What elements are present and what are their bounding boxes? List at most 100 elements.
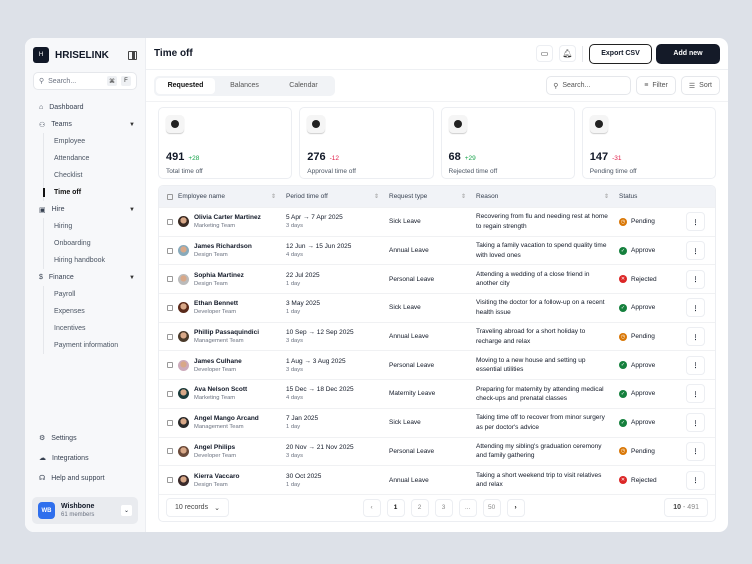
sort-icon[interactable]: ⇕ — [604, 193, 609, 200]
sidebar-item-help-and-support[interactable]: ☊ Help and support — [39, 468, 135, 488]
sidebar-group-hire[interactable]: ▣ Hire ▼ — [39, 201, 135, 218]
tab-balances[interactable]: Balances — [215, 78, 274, 94]
row-checkbox[interactable] — [167, 362, 173, 369]
employee-team: Marketing Team — [194, 223, 236, 230]
sidebar-item-integrations[interactable]: ☁ Integrations — [39, 448, 135, 468]
sidebar-item-expenses[interactable]: Expenses — [54, 303, 135, 320]
sidebar-item-payroll[interactable]: Payroll — [54, 286, 135, 303]
filter-icon: ≡ — [644, 82, 649, 89]
team-switcher[interactable]: WB Wishbone 61 members ⌄ — [32, 497, 138, 524]
more-options-button[interactable]: ⋮ — [686, 269, 705, 289]
caret-down-icon[interactable]: ▼ — [129, 122, 135, 128]
more-options-button[interactable]: ⋮ — [686, 441, 705, 461]
row-checkbox[interactable] — [167, 448, 173, 455]
col-reason[interactable]: Reason — [476, 193, 498, 200]
reason: Moving to a new house and setting up ess… — [476, 356, 586, 374]
row-checkbox[interactable] — [167, 419, 173, 426]
tab-calendar[interactable]: Calendar — [274, 78, 333, 94]
more-options-button[interactable]: ⋮ — [686, 327, 705, 347]
sidebar-item-hiring[interactable]: Hiring — [54, 218, 135, 235]
gear-icon: ⚙ — [39, 435, 46, 442]
tabs: Requested Balances Calendar — [154, 75, 335, 96]
sidebar-item-payment-information[interactable]: Payment information — [54, 337, 135, 354]
sidebar-item-dashboard[interactable]: ⌂ Dashboard — [39, 99, 135, 116]
period: 7 Jan 2025 — [286, 415, 319, 423]
caret-down-icon[interactable]: ▼ — [129, 275, 135, 281]
sidebar-item-time-off[interactable]: Time off — [43, 184, 135, 201]
row-checkbox[interactable] — [167, 276, 173, 283]
search-input[interactable]: ⚲ Search... — [546, 76, 632, 95]
row-checkbox[interactable] — [167, 304, 173, 311]
range-start: 10 — [673, 504, 682, 512]
table-row: Ethan Bennett Developer Team 3 May 2025 1 d… — [159, 293, 715, 322]
sidebar-item-checklist[interactable]: Checklist — [54, 167, 135, 184]
page-button[interactable]: 50 — [482, 498, 501, 517]
col-request-type[interactable]: Request type — [389, 193, 427, 200]
chevron-down-icon[interactable]: ⌄ — [121, 505, 132, 516]
table-row: Olivia Carter Martinez Marketing Team 5 Ap… — [159, 207, 715, 236]
export-csv-button[interactable]: Export CSV — [589, 43, 652, 64]
sort-icon[interactable]: ⇕ — [271, 193, 276, 200]
col-status[interactable]: Status — [619, 193, 637, 200]
period-cell: 7 Jan 2025 1 day — [286, 415, 389, 430]
more-options-button[interactable]: ⋮ — [686, 212, 705, 232]
sidebar-group-teams[interactable]: ⚇ Teams ▼ — [39, 116, 135, 133]
row-checkbox[interactable] — [167, 247, 173, 254]
pagination: ‹ 1 2 3... 50 › — [362, 498, 531, 517]
sidebar-item-onboarding[interactable]: Onboarding — [54, 235, 135, 252]
employee-name: Ethan Bennett — [194, 300, 239, 308]
page-button[interactable]: 3 — [434, 498, 453, 517]
page-button[interactable]: 1 — [386, 498, 405, 517]
tab-requested[interactable]: Requested — [156, 77, 215, 94]
team-members: 61 members — [61, 512, 95, 518]
avatar — [178, 417, 189, 429]
period-cell: 22 Jul 2025 1 day — [286, 272, 389, 287]
row-checkbox[interactable] — [167, 333, 173, 340]
employee-cell: Angel Mango Arcand Management Team — [159, 415, 286, 430]
add-new-button[interactable]: Add new — [656, 43, 720, 64]
caret-down-icon[interactable]: ▼ — [129, 207, 135, 213]
table-row: Angel Philips Developer Team 20 Nov → 21 N… — [159, 436, 715, 466]
cloud-icon: ☁ — [39, 455, 46, 462]
status-badge: ◷ Pending — [619, 217, 682, 226]
prev-page-button[interactable]: ‹ — [362, 498, 381, 517]
sidebar-item-hiring-handbook[interactable]: Hiring handbook — [54, 252, 135, 269]
sidebar-item-incentives[interactable]: Incentives — [54, 320, 135, 337]
filter-button[interactable]: ≡ Filter — [636, 76, 676, 95]
sidebar-item-settings[interactable]: ⚙ Settings — [39, 428, 135, 448]
avatar — [178, 388, 189, 400]
col-period[interactable]: Period time off — [286, 193, 328, 200]
sidebar-group-finance[interactable]: $ Finance ▼ — [39, 269, 135, 286]
more-options-button[interactable]: ⋮ — [686, 355, 705, 375]
employee-cell: James Richardson Design Team — [159, 243, 286, 258]
more-options-button[interactable]: ⋮ — [686, 298, 705, 318]
bell-icon[interactable]: 🔔︎ — [559, 45, 576, 62]
employee-name: Angel Philips — [194, 443, 236, 451]
table-row: Ava Nelson Scott Marketing Team 15 Dec → 1… — [159, 379, 715, 408]
sidebar-item-label: Finance — [48, 274, 74, 281]
more-options-button[interactable]: ⋮ — [686, 413, 705, 433]
stat-delta: +28 — [188, 155, 200, 162]
sidebar-search[interactable]: ⚲ Search... ⌘ F — [33, 72, 137, 90]
page-button[interactable]: 2 — [410, 498, 429, 517]
select-all-checkbox[interactable] — [167, 193, 173, 200]
stat-cards: 491 +28 Total time off 276 -12 Approval time … — [146, 102, 728, 179]
next-page-button[interactable]: › — [506, 498, 525, 517]
sort-icon[interactable]: ⇕ — [461, 193, 466, 200]
row-checkbox[interactable] — [167, 390, 173, 397]
page-button[interactable]: ... — [458, 498, 477, 517]
status-label: Approve — [631, 247, 656, 255]
records-per-page-select[interactable]: 10 records ⌄ — [166, 498, 229, 518]
message-icon[interactable]: ▭ — [536, 45, 553, 62]
row-checkbox[interactable] — [167, 218, 173, 225]
col-employee[interactable]: Employee name — [178, 193, 225, 200]
sidebar-item-attendance[interactable]: Attendance — [54, 150, 135, 167]
sidebar-item-employee[interactable]: Employee — [54, 133, 135, 150]
more-options-button[interactable]: ⋮ — [686, 241, 705, 261]
sort-icon[interactable]: ⇕ — [374, 193, 379, 200]
row-checkbox[interactable] — [167, 477, 173, 484]
sort-button[interactable]: ☰ Sort — [680, 76, 720, 95]
more-options-button[interactable]: ⋮ — [686, 470, 705, 490]
sidebar-toggle-icon[interactable] — [128, 50, 137, 60]
more-options-button[interactable]: ⋮ — [686, 384, 705, 404]
